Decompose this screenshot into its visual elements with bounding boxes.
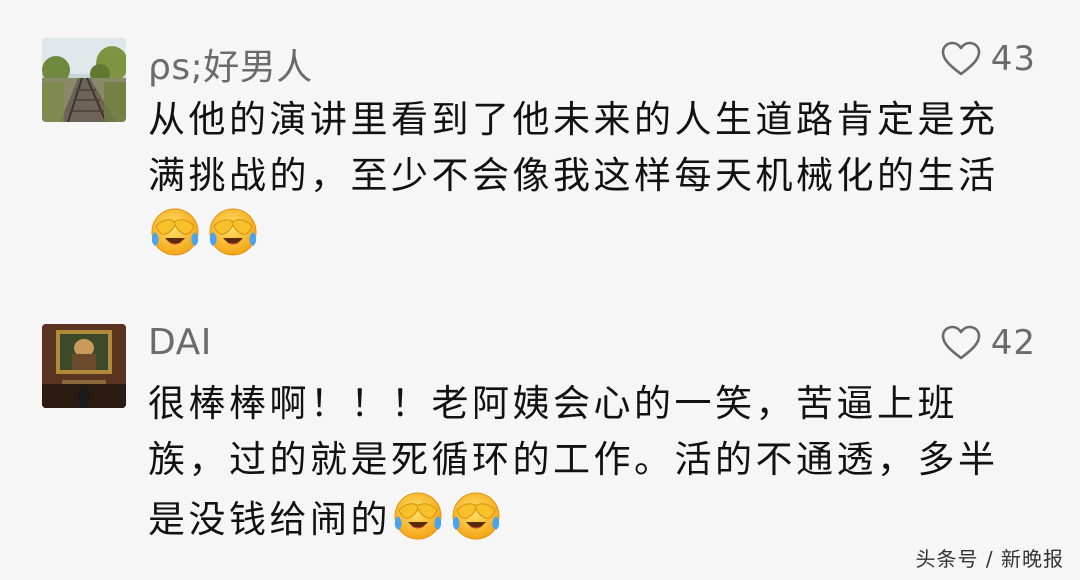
like-button[interactable]: 43: [941, 37, 1036, 81]
comment-line: 满挑战的，至少不会像我这样每天机械化的生活: [148, 154, 999, 197]
crying-laughing-emoji-icon: [206, 204, 260, 258]
comment-line-last: 是没钱给闹的: [148, 488, 1018, 548]
crying-laughing-emoji-icon: [391, 488, 445, 542]
comment-line: 是没钱给闹的: [148, 498, 391, 541]
like-count: 42: [990, 323, 1036, 363]
heart-icon[interactable]: [941, 41, 981, 77]
comment-text: 很棒棒啊！！！老阿姨会心的一笑，苦逼上班 族，过的就是死循环的工作。活的不通透，…: [148, 376, 1018, 548]
username[interactable]: ρs;好男人: [148, 38, 313, 90]
comment-item: ρs;好男人 43 从他的演讲里看到了他未来的人生道路肯定是充 满挑战的，至少不…: [0, 0, 1080, 270]
comment-item: DAI 42 很棒棒啊！！！老阿姨会心的一笑，苦逼上班 族，过的就是死循环的工作…: [0, 310, 1080, 560]
like-button[interactable]: 42: [941, 321, 1036, 365]
source-watermark: 头条号 / 新晚报: [915, 547, 1064, 571]
comment-line: 很棒棒啊！！！老阿姨会心的一笑，苦逼上班: [148, 382, 958, 425]
like-count: 43: [990, 39, 1036, 79]
username[interactable]: DAI: [148, 322, 212, 363]
crying-laughing-emoji-icon: [148, 204, 202, 258]
crying-laughing-emoji-icon: [449, 488, 503, 542]
heart-icon[interactable]: [941, 325, 981, 361]
gallery-painting-avatar-icon: [42, 324, 126, 408]
comment-line: 族，过的就是死循环的工作。活的不通透，多半: [148, 438, 999, 481]
avatar[interactable]: [42, 38, 126, 122]
emoji-row: [148, 214, 264, 257]
railway-landscape-avatar-icon: [42, 38, 126, 122]
comment-line: 从他的演讲里看到了他未来的人生道路肯定是充: [148, 98, 999, 141]
avatar[interactable]: [42, 324, 126, 408]
comment-text: 从他的演讲里看到了他未来的人生道路肯定是充 满挑战的，至少不会像我这样每天机械化…: [148, 92, 1018, 264]
